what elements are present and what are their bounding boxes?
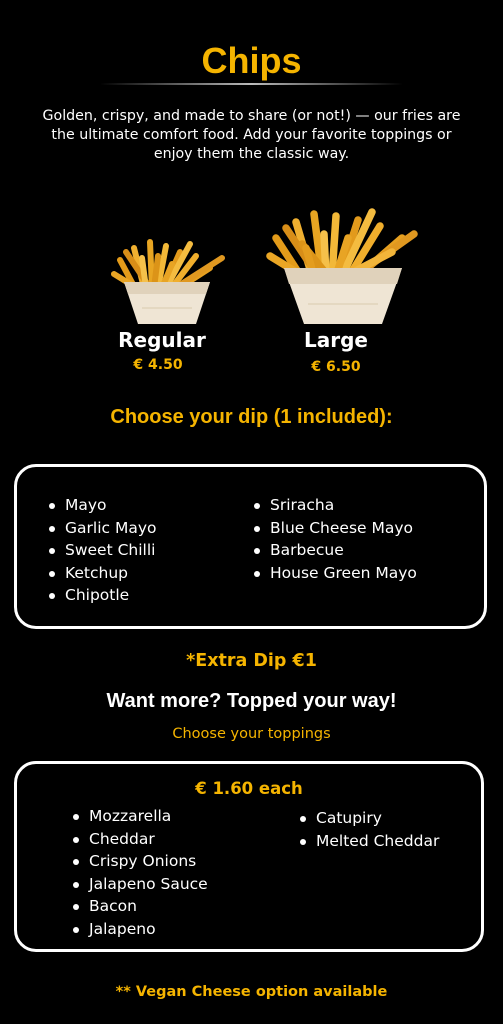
list-item: Mayo — [49, 494, 156, 517]
size-large-price: € 6.50 — [311, 359, 361, 375]
list-item: Barbecue — [254, 539, 417, 562]
list-item: Chipotle — [49, 584, 156, 607]
size-regular-price: € 4.50 — [133, 357, 183, 373]
intro-text: Golden, crispy, and made to share (or no… — [42, 108, 461, 162]
list-item: Melted Cheddar — [300, 830, 439, 853]
list-item: Ketchup — [49, 562, 156, 585]
size-regular-label: Regular — [118, 328, 206, 352]
list-item: Jalapeno Sauce — [73, 873, 208, 896]
dip-list-right: Sriracha Blue Cheese Mayo Barbecue House… — [254, 494, 417, 584]
size-large-label: Large — [304, 328, 368, 352]
dip-heading: Choose your dip (1 included): — [110, 406, 393, 428]
toppings-heading: Want more? Topped your way! — [106, 690, 397, 712]
toppings-list-right: Catupiry Melted Cheddar — [300, 807, 439, 852]
title-divider — [100, 83, 403, 85]
large-fries-image — [266, 208, 418, 324]
extra-dip-note: *Extra Dip €1 — [186, 651, 317, 671]
list-item: Sriracha — [254, 494, 417, 517]
list-item: Crispy Onions — [73, 850, 208, 873]
toppings-box: € 1.60 each Mozzarella Cheddar Crispy On… — [14, 761, 484, 952]
dip-list-left: Mayo Garlic Mayo Sweet Chilli Ketchup Ch… — [49, 494, 156, 607]
page-title: Chips — [201, 40, 302, 81]
toppings-price: € 1.60 each — [195, 779, 303, 798]
vegan-cheese-note: ** Vegan Cheese option available — [115, 984, 388, 1000]
list-item: Cheddar — [73, 828, 208, 851]
list-item: Garlic Mayo — [49, 517, 156, 540]
list-item: Catupiry — [300, 807, 439, 830]
dip-box: Mayo Garlic Mayo Sweet Chilli Ketchup Ch… — [14, 464, 487, 629]
toppings-subheading: Choose your toppings — [172, 726, 331, 742]
list-item: Mozzarella — [73, 805, 208, 828]
toppings-list-left: Mozzarella Cheddar Crispy Onions Jalapen… — [73, 805, 208, 940]
list-item: House Green Mayo — [254, 562, 417, 585]
list-item: Sweet Chilli — [49, 539, 156, 562]
regular-fries-image — [111, 239, 225, 324]
list-item: Jalapeno — [73, 918, 208, 941]
list-item: Bacon — [73, 895, 208, 918]
list-item: Blue Cheese Mayo — [254, 517, 417, 540]
